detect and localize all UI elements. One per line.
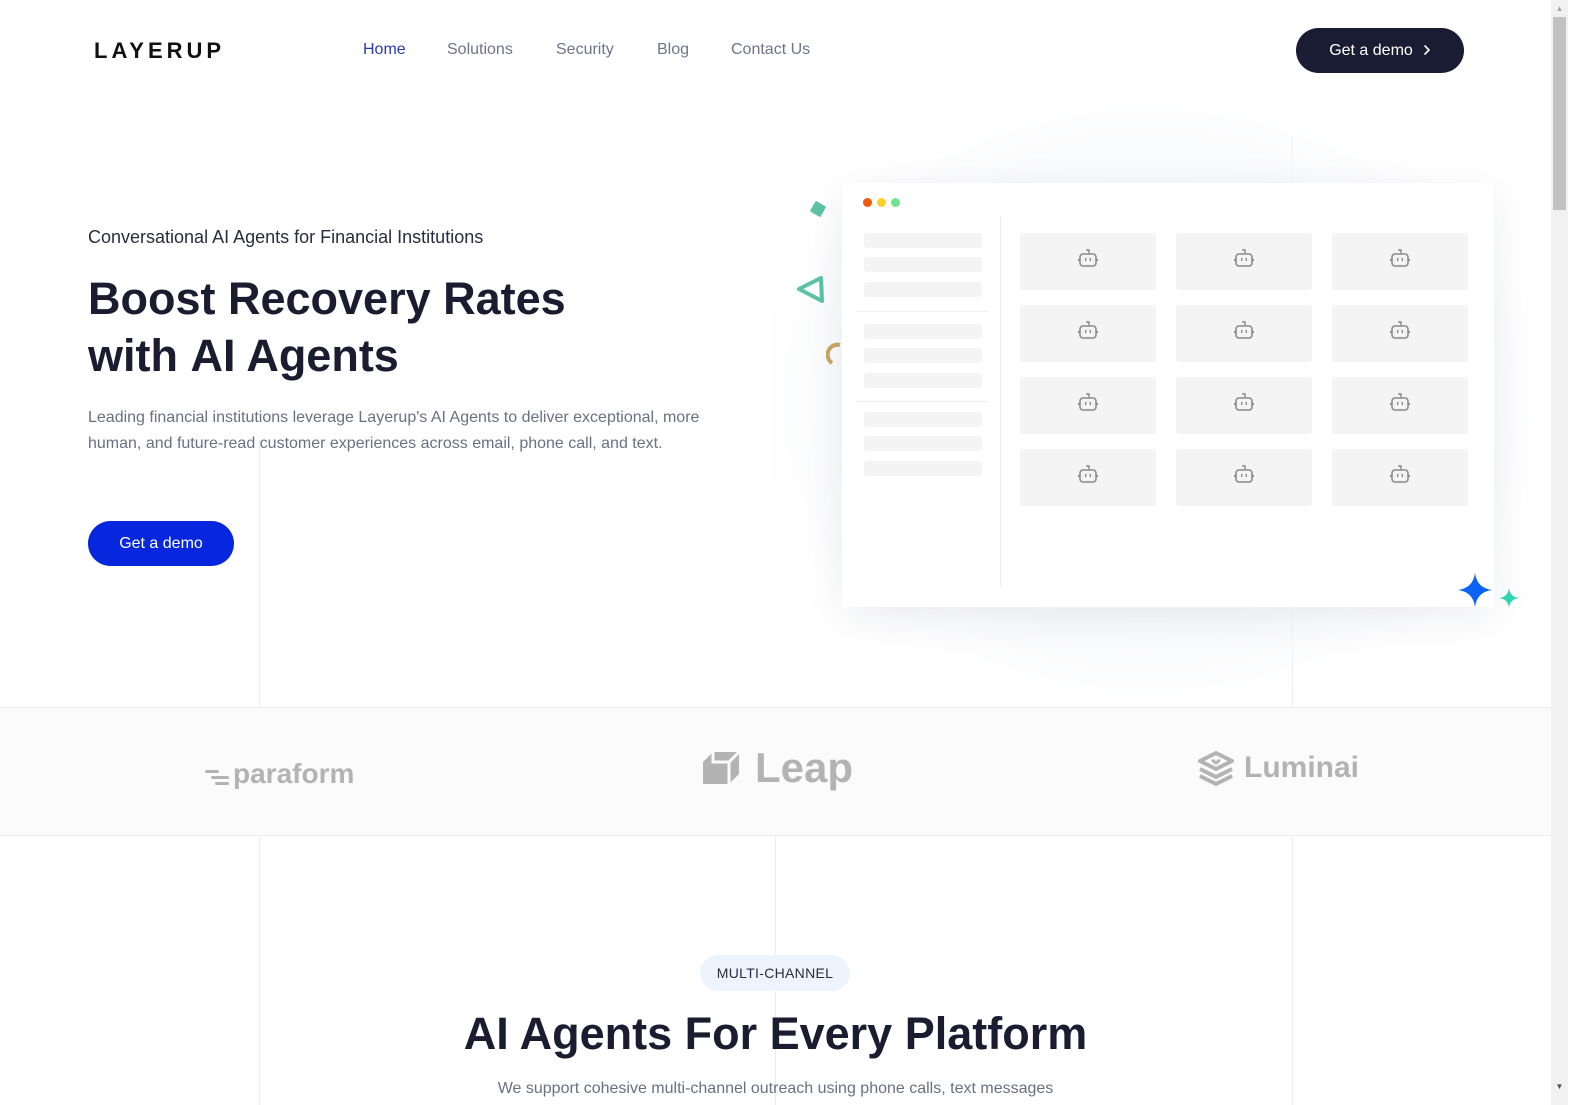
agent-tile [1332, 233, 1468, 290]
partner-logos-band: paraform Leap Luminai [0, 707, 1551, 836]
window-minimize-dot [877, 198, 886, 207]
nav-link-security[interactable]: Security [556, 41, 614, 59]
robot-icon [1077, 393, 1099, 418]
agent-tile [1176, 305, 1312, 362]
robot-icon [1233, 321, 1255, 346]
robot-icon [1233, 249, 1255, 274]
nav-link-home[interactable]: Home [363, 41, 406, 59]
nav-link-blog[interactable]: Blog [657, 41, 689, 59]
paraform-logo-icon [205, 770, 229, 785]
sparkle-small-icon [1499, 588, 1519, 608]
grid-line [259, 835, 260, 1105]
scroll-down-arrow-icon[interactable]: ▼ [1551, 1078, 1568, 1095]
section-subtitle: We support cohesive multi-channel outrea… [497, 1080, 1054, 1097]
hero-get-demo-button[interactable]: Get a demo [88, 521, 234, 566]
agent-tile [1176, 377, 1312, 434]
robot-icon [1077, 321, 1099, 346]
diamond-shape-icon [810, 201, 826, 217]
nav-link-solutions[interactable]: Solutions [447, 41, 513, 59]
chevron-right-icon [1423, 43, 1431, 59]
skeleton-line [864, 412, 982, 427]
skeleton-line [864, 257, 982, 272]
skeleton-divider [856, 311, 988, 312]
skeleton-line [864, 373, 982, 388]
skeleton-divider [856, 401, 988, 402]
robot-icon [1389, 321, 1411, 346]
triangle-shape-icon [797, 276, 824, 303]
partner-logo-paraform: paraform [205, 758, 354, 790]
robot-icon [1389, 465, 1411, 490]
hero-title-line1: Boost Recovery Rates [88, 273, 566, 324]
grid-line [1292, 835, 1293, 1105]
skeleton-line [864, 233, 982, 248]
skeleton-line [864, 282, 982, 297]
agent-tile [1176, 449, 1312, 506]
app-mockup-window [842, 183, 1494, 607]
skeleton-line [864, 324, 982, 339]
leap-logo-icon [703, 750, 741, 784]
ring-shape-icon [826, 342, 841, 365]
partner-logo-leap: Leap [701, 744, 853, 792]
header-get-demo-button[interactable]: Get a demo [1296, 28, 1464, 73]
skeleton-line [864, 436, 982, 451]
page: LAYERUP Home Solutions Security Blog Con… [0, 0, 1551, 1105]
skeleton-line [864, 348, 982, 363]
robot-icon [1389, 249, 1411, 274]
page-scrollbar[interactable]: ▲ ▼ [1551, 0, 1568, 1105]
skeleton-line [864, 461, 982, 476]
luminai-logo-icon [1198, 751, 1234, 786]
scrollbar-thumb[interactable] [1553, 17, 1566, 210]
hero-lead: Leading financial institutions leverage … [88, 409, 700, 452]
agent-tile [1332, 377, 1468, 434]
window-edge [1568, 0, 1584, 1105]
agent-tile [1176, 233, 1312, 290]
partner-logo-luminai: Luminai [1198, 750, 1359, 786]
mockup-sidebar-divider [1000, 215, 1001, 587]
scroll-up-arrow-icon[interactable]: ▲ [1551, 0, 1568, 17]
window-maximize-dot [891, 198, 900, 207]
partner-name: Luminai [1244, 751, 1360, 784]
robot-icon [1233, 465, 1255, 490]
agent-tile [1020, 377, 1156, 434]
section-pill-badge: MULTI-CHANNEL [700, 955, 850, 991]
section-title: AI Agents For Every Platform [463, 1008, 1088, 1059]
robot-icon [1077, 249, 1099, 274]
grid-line [259, 440, 260, 707]
partner-name: Leap [755, 744, 854, 791]
agent-tile [1020, 449, 1156, 506]
hero-eyebrow: Conversational AI Agents for Financial I… [88, 227, 484, 247]
hero-title: Boost Recovery Rates with AI Agents [88, 270, 566, 384]
hero-title-highlight: AI Agents [190, 327, 400, 384]
hero-title-prefix: with [88, 330, 191, 381]
sparkle-large-icon [1458, 573, 1492, 607]
agent-tile [1020, 233, 1156, 290]
robot-icon [1389, 393, 1411, 418]
brand-logo[interactable]: LAYERUP [94, 38, 225, 64]
robot-icon [1077, 465, 1099, 490]
agent-tile [1332, 449, 1468, 506]
agent-tile [1332, 305, 1468, 362]
header-get-demo-label: Get a demo [1329, 41, 1413, 59]
robot-icon [1233, 393, 1255, 418]
window-close-dot [863, 198, 872, 207]
agent-tile [1020, 305, 1156, 362]
nav-link-contact-us[interactable]: Contact Us [731, 41, 810, 59]
partner-name: paraform [233, 758, 355, 789]
